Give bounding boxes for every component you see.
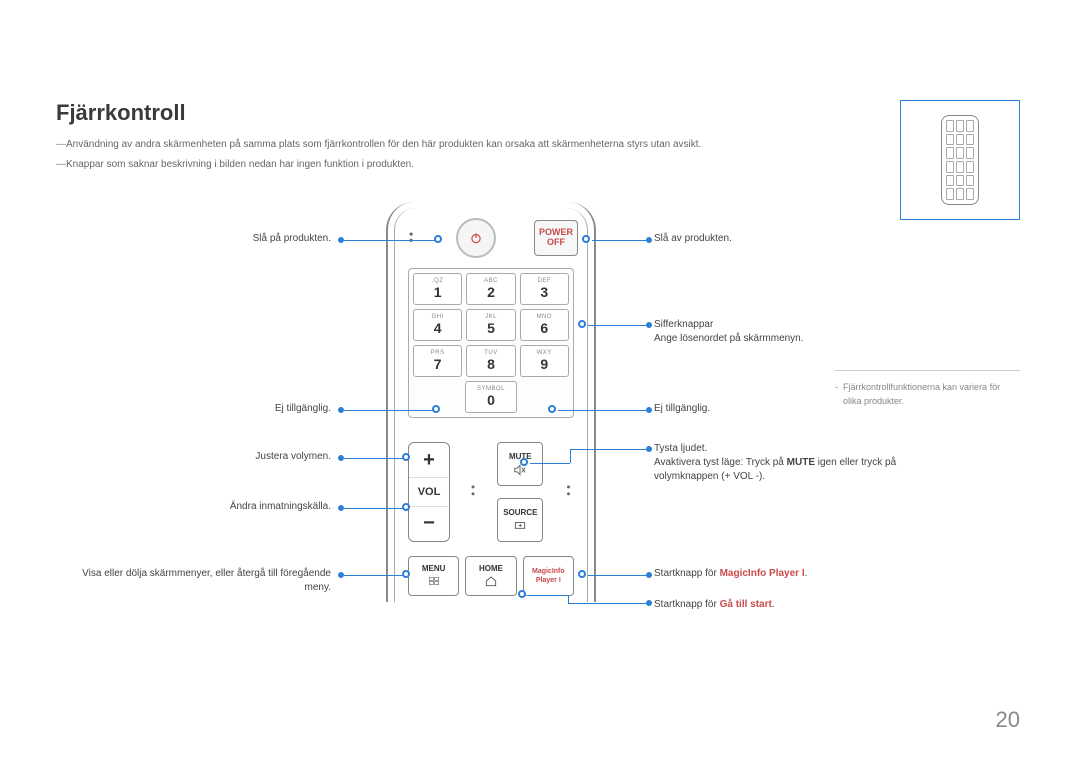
number-keypad: .QZ1 ABC2 DEF3 GHI4 JKL5 MNO6 PRS7 TUV8 … (408, 268, 574, 418)
menu-icon (427, 574, 441, 588)
key-4: GHI4 (413, 309, 462, 341)
label-power-on: Slå på produkten. (56, 232, 331, 246)
mini-remote-icon (941, 115, 979, 205)
remote-diagram: •• POWER OFF .QZ1 ABC2 DEF3 GHI4 JKL5 (56, 202, 1020, 622)
note-2: Knappar som saknar beskrivning i bilden … (56, 158, 1020, 172)
source-icon (513, 519, 527, 533)
menu-button: MENU (408, 556, 459, 596)
page-number: 20 (996, 707, 1020, 733)
label-home: Startknapp för Gå till start. (654, 598, 954, 612)
side-illustration (900, 100, 1020, 220)
key-1: .QZ1 (413, 273, 462, 305)
label-magicinfo: Startknapp för MagicInfo Player I. (654, 567, 954, 581)
page-title: Fjärrkontroll (56, 100, 1020, 126)
ir-dots: •• (404, 232, 418, 244)
volume-rocker: + VOL − (408, 442, 450, 542)
source-button: SOURCE (497, 498, 543, 542)
label-power-off: Slå av produkten. (654, 232, 954, 246)
key-6: MNO6 (520, 309, 569, 341)
note-1: Användning av andra skärmenheten på samm… (56, 138, 1020, 152)
power-off-button: POWER OFF (534, 220, 578, 256)
side-note: Fjärrkontrollfunktionerna kan variera fö… (835, 370, 1020, 408)
key-0: SYMBOL0 (465, 381, 517, 413)
label-volume: Justera volymen. (56, 450, 331, 464)
key-2: ABC2 (466, 273, 515, 305)
key-9: WXY9 (520, 345, 569, 377)
magicinfo-button: MagicInfo Player I (523, 556, 574, 596)
label-digits: Sifferknappar Ange lösenordet på skärmme… (654, 318, 954, 346)
key-3: DEF3 (520, 273, 569, 305)
label-menu: Visa eller dölja skärmmenyer, eller åter… (56, 567, 331, 595)
label-source: Ändra inmatningskälla. (56, 500, 331, 514)
label-na-left: Ej tillgänglig. (56, 402, 331, 416)
key-7: PRS7 (413, 345, 462, 377)
power-icon (469, 231, 483, 245)
key-5: JKL5 (466, 309, 515, 341)
remote-body: •• POWER OFF .QZ1 ABC2 DEF3 GHI4 JKL5 (386, 202, 596, 602)
label-mute: Tysta ljudet. Avaktivera tyst läge: Tryc… (654, 442, 914, 484)
home-icon (484, 574, 498, 588)
home-button: HOME (465, 556, 516, 596)
power-on-button (456, 218, 496, 258)
key-8: TUV8 (466, 345, 515, 377)
